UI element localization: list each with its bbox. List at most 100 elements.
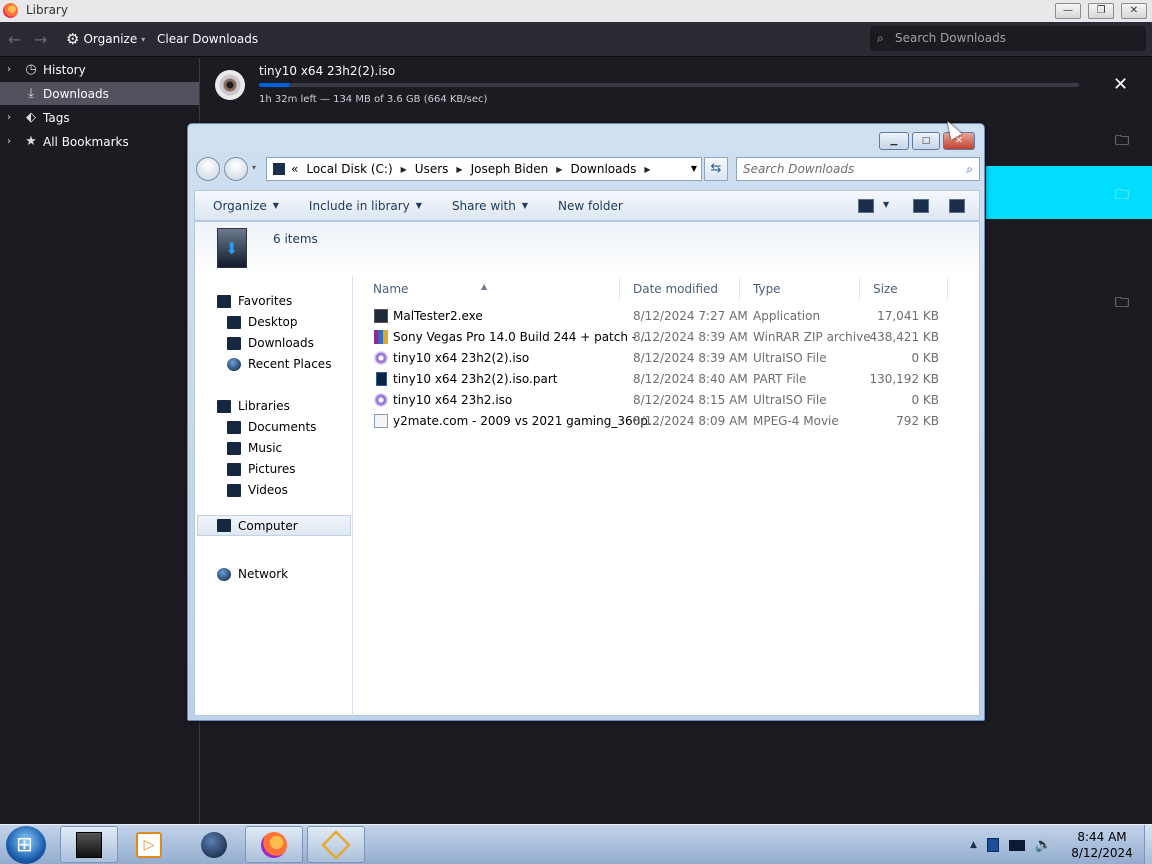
disc-icon (374, 351, 388, 365)
firefox-logo-icon (3, 3, 18, 18)
breadcrumb-overflow[interactable]: « (291, 162, 298, 176)
folder-icon[interactable]: 🗀 (1115, 184, 1133, 203)
table-row[interactable]: y2mate.com - 2009 vs 2021 gaming_360p...… (355, 411, 955, 432)
sidebar-item-tags[interactable]: › ⬖ Tags (0, 106, 199, 129)
change-view-icon[interactable] (858, 199, 874, 213)
breadcrumb-separator-icon[interactable]: ▶ (556, 165, 562, 174)
maximize-button[interactable]: ❐ (1088, 3, 1114, 19)
nav-recent-places[interactable]: Recent Places (227, 357, 331, 371)
download-item[interactable]: tiny10 x64 23h2(2).iso 1h 32m left — 134… (201, 58, 1152, 114)
library-search-input[interactable] (895, 31, 1135, 45)
help-icon[interactable] (949, 199, 965, 213)
expand-arrow-icon[interactable]: › (7, 136, 19, 147)
library-sidebar: › ◷ History ⤓ Downloads › ⬖ Tags › ★ All… (0, 58, 200, 824)
back-arrow-icon[interactable]: ← (8, 30, 21, 49)
tag-icon: ⬖ (26, 110, 36, 125)
nav-libraries[interactable]: Libraries (217, 399, 290, 413)
breadcrumb-item[interactable]: Users (415, 162, 449, 176)
folder-icon[interactable]: 🗀 (1115, 130, 1133, 149)
start-button[interactable] (6, 826, 46, 864)
nav-downloads[interactable]: Downloads (227, 336, 314, 350)
sidebar-item-all-bookmarks[interactable]: › ★ All Bookmarks (0, 130, 199, 153)
back-button[interactable] (196, 157, 220, 181)
taskbar-virtualbox[interactable] (307, 826, 365, 863)
organize-menu-button[interactable]: ⚙ Organize ▾ (66, 30, 145, 48)
breadcrumb-item[interactable]: Joseph Biden (471, 162, 549, 176)
breadcrumb-item[interactable]: Downloads (570, 162, 636, 176)
command-bar: Organize ▼ Include in library ▼ Share with… (194, 190, 980, 221)
column-header-type[interactable]: Type (753, 282, 781, 296)
taskbar-explorer[interactable] (60, 826, 118, 863)
show-desktop-button[interactable] (1144, 825, 1152, 864)
computer-icon (273, 163, 285, 175)
breadcrumb-separator-icon[interactable]: ▶ (644, 165, 650, 174)
explorer-nav-bar: ▾ « Local Disk (C:) ▶ Users ▶ Joseph Bid… (194, 154, 980, 184)
organize-button[interactable]: Organize ▼ (213, 199, 279, 213)
organize-label: Organize (83, 32, 138, 46)
preview-pane-icon[interactable] (913, 199, 929, 213)
expand-arrow-icon[interactable]: › (7, 112, 19, 123)
system-tray: ▲ 🔊 (970, 833, 1052, 857)
taskbar-media-player[interactable]: ▷ (120, 826, 178, 863)
column-headers: Name ▲ Date modified Type Size (355, 276, 955, 302)
breadcrumb-item[interactable]: Local Disk (C:) (306, 162, 392, 176)
sidebar-item-downloads[interactable]: ⤓ Downloads (0, 82, 199, 105)
include-in-library-button[interactable]: Include in library ▼ (309, 199, 422, 213)
address-dropdown-icon[interactable]: ▼ (691, 164, 697, 173)
download-progress-bar (259, 83, 1079, 87)
nav-documents[interactable]: Documents (227, 420, 316, 434)
taskbar-network[interactable] (185, 826, 243, 863)
table-row[interactable]: tiny10 x64 23h2(2).iso.part 8/12/2024 8:… (355, 369, 955, 390)
volume-icon[interactable]: 🔊 (1035, 837, 1052, 853)
explorer-search-input[interactable] (743, 162, 953, 176)
nav-videos[interactable]: Videos (227, 483, 288, 497)
network-tray-icon[interactable] (1008, 839, 1025, 851)
sidebar-item-label: All Bookmarks (43, 134, 129, 149)
explorer-maximize-button[interactable]: □ (912, 132, 940, 150)
search-icon: ⌕ (966, 162, 973, 176)
forward-button[interactable] (224, 157, 248, 181)
table-row[interactable]: Sony Vegas Pro 14.0 Build 244 + patch - … (355, 327, 955, 348)
nav-desktop[interactable]: Desktop (227, 315, 298, 329)
new-folder-button[interactable]: New folder (558, 199, 623, 213)
breadcrumb-separator-icon[interactable]: ▶ (401, 165, 407, 174)
folder-icon[interactable]: 🗀 (1115, 292, 1133, 311)
show-hidden-icons-icon[interactable]: ▲ (970, 840, 977, 850)
clock[interactable]: 8:44 AM 8/12/2024 (1062, 829, 1142, 861)
sidebar-item-history[interactable]: › ◷ History (0, 58, 199, 81)
view-options-chevron-icon[interactable]: ▼ (883, 200, 889, 209)
column-header-name[interactable]: Name (373, 282, 408, 296)
explorer-search-box[interactable]: ⌕ (736, 157, 980, 181)
taskbar-firefox[interactable] (245, 826, 303, 863)
nav-favorites[interactable]: Favorites (217, 294, 292, 308)
recent-pages-chevron-icon[interactable]: ▾ (252, 163, 256, 172)
table-row[interactable]: MalTester2.exe 8/12/2024 7:27 AM Applica… (355, 306, 955, 327)
nav-pictures[interactable]: Pictures (227, 462, 296, 476)
clear-downloads-button[interactable]: Clear Downloads (157, 32, 258, 46)
explorer-icon (76, 831, 102, 858)
network-icon (217, 567, 231, 581)
star-icon: ★ (25, 134, 37, 149)
table-row[interactable]: tiny10 x64 23h2.iso 8/12/2024 8:15 AM Ul… (355, 390, 955, 411)
nav-music[interactable]: Music (227, 441, 282, 455)
action-center-icon[interactable] (986, 838, 999, 852)
breadcrumb-separator-icon[interactable]: ▶ (456, 165, 462, 174)
explorer-minimize-button[interactable]: ▁ (879, 132, 909, 150)
cancel-download-icon[interactable]: ✕ (1113, 74, 1128, 95)
forward-arrow-icon[interactable]: → (34, 30, 47, 49)
nav-computer[interactable]: Computer (197, 515, 351, 536)
minimize-button[interactable]: — (1055, 3, 1081, 19)
computer-icon (217, 519, 231, 532)
nav-network[interactable]: Network (217, 567, 288, 581)
music-icon (227, 441, 241, 455)
expand-arrow-icon[interactable]: › (7, 64, 19, 75)
close-button[interactable]: ✕ (1121, 3, 1147, 19)
library-search-box[interactable]: ⌕ (870, 26, 1146, 51)
table-row[interactable]: tiny10 x64 23h2(2).iso 8/12/2024 8:39 AM… (355, 348, 955, 369)
share-with-button[interactable]: Share with ▼ (452, 199, 528, 213)
column-header-size[interactable]: Size (873, 282, 898, 296)
disc-icon (374, 393, 388, 407)
refresh-button[interactable]: ⇆ (704, 157, 728, 181)
address-bar[interactable]: « Local Disk (C:) ▶ Users ▶ Joseph Biden… (266, 157, 702, 181)
column-header-date[interactable]: Date modified (633, 282, 718, 296)
